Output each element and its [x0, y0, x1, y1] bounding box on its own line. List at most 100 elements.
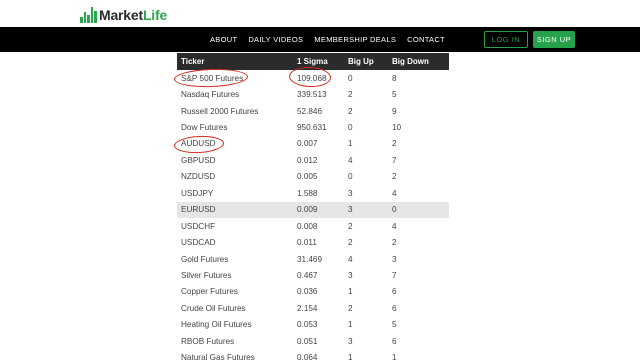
big-up-cell: 3	[348, 336, 353, 346]
ticker-cell: Nasdaq Futures	[181, 90, 240, 100]
header-ticker: Ticker	[181, 57, 205, 66]
big-down-cell: 7	[392, 270, 397, 280]
big-up-cell: 2	[348, 106, 353, 116]
ticker-cell: Copper Futures	[181, 287, 238, 297]
sigma-cell: 52.846	[297, 106, 323, 116]
big-down-cell: 2	[392, 238, 397, 248]
header-1-sigma: 1 Sigma	[297, 57, 328, 66]
big-up-cell: 1	[348, 139, 353, 149]
table-row: NZDUSD 0.005 0 2	[177, 169, 449, 185]
sigma-cell: 0.064	[297, 353, 318, 360]
login-button[interactable]: LOG IN	[484, 31, 528, 48]
sigma-cell: 0.008	[297, 221, 318, 231]
sigma-table: Ticker 1 Sigma Big Up Big Down S&P 500 F…	[177, 53, 449, 360]
table-row: Copper Futures 0.036 1 6	[177, 284, 449, 300]
top-header: MarketLife	[0, 0, 640, 27]
big-up-cell: 2	[348, 303, 353, 313]
big-up-cell: 1	[348, 320, 353, 330]
ticker-cell: Dow Futures	[181, 123, 228, 133]
table-row-highlighted: EURUSD 0.009 3 0	[177, 201, 449, 218]
sigma-cell: 109.068	[297, 73, 327, 83]
big-up-cell: 1	[348, 287, 353, 297]
marketlife-logo[interactable]: MarketLife	[80, 3, 167, 23]
main-navbar: ABOUT DAILY VIDEOS MEMBERSHIP DEALS CONT…	[0, 27, 640, 52]
ticker-cell: USDCAD	[181, 238, 216, 248]
nav-links: ABOUT DAILY VIDEOS MEMBERSHIP DEALS CONT…	[210, 27, 456, 52]
ticker-cell: NZDUSD	[181, 172, 216, 182]
sigma-cell: 31.469	[297, 254, 323, 264]
sigma-cell: 2.154	[297, 303, 318, 313]
bar-chart-icon	[80, 7, 97, 23]
sigma-cell: 339.513	[297, 90, 327, 100]
nav-membership-deals[interactable]: MEMBERSHIP DEALS	[314, 35, 396, 44]
big-down-cell: 7	[392, 155, 397, 165]
big-up-cell: 4	[348, 155, 353, 165]
sigma-cell: 0.005	[297, 172, 318, 182]
big-up-cell: 0	[348, 123, 353, 133]
big-down-cell: 6	[392, 303, 397, 313]
ticker-cell: Natural Gas Futures	[181, 353, 255, 360]
logo-accent: Life	[142, 7, 168, 23]
ticker-cell: AUDUSD	[181, 139, 216, 149]
big-up-cell: 1	[348, 353, 353, 360]
big-down-cell: 1	[392, 353, 397, 360]
big-down-cell: 6	[392, 336, 397, 346]
table-row: Silver Futures 0.467 3 7	[177, 267, 449, 283]
table-row: RBOB Futures 0.051 3 6	[177, 333, 449, 349]
ticker-cell: Silver Futures	[181, 270, 232, 280]
table-row: Dow Futures 950.631 0 10	[177, 119, 449, 135]
sigma-cell: 0.012	[297, 155, 318, 165]
table-header-row: Ticker 1 Sigma Big Up Big Down	[177, 53, 449, 70]
sigma-table-container: Ticker 1 Sigma Big Up Big Down S&P 500 F…	[177, 53, 449, 360]
ticker-cell: EURUSD	[181, 205, 216, 215]
big-down-cell: 5	[392, 90, 397, 100]
table-row: AUDUSD 0.007 1 2	[177, 136, 449, 152]
sigma-cell: 0.467	[297, 270, 318, 280]
ticker-cell: Crude Oil Futures	[181, 303, 246, 313]
table-row: S&P 500 Futures 109.068 0 8	[177, 70, 449, 86]
table-row: Nasdaq Futures 339.513 2 5	[177, 86, 449, 102]
big-down-cell: 9	[392, 106, 397, 116]
signup-button[interactable]: SIGN UP	[533, 31, 575, 48]
nav-contact[interactable]: CONTACT	[407, 35, 445, 44]
table-row: Gold Futures 31.469 4 3	[177, 251, 449, 267]
big-down-cell: 5	[392, 320, 397, 330]
big-up-cell: 0	[348, 172, 353, 182]
nav-about[interactable]: ABOUT	[210, 35, 237, 44]
table-row: USDCAD 0.011 2 2	[177, 234, 449, 250]
sigma-cell: 0.036	[297, 287, 318, 297]
logo-text: MarketLife	[99, 7, 167, 23]
big-up-cell: 3	[348, 270, 353, 280]
ticker-cell: USDCHF	[181, 221, 216, 231]
big-up-cell: 2	[348, 238, 353, 248]
sigma-cell: 0.053	[297, 320, 318, 330]
big-up-cell: 2	[348, 90, 353, 100]
big-down-cell: 2	[392, 139, 397, 149]
header-big-down: Big Down	[392, 57, 429, 66]
sigma-cell: 1.588	[297, 188, 318, 198]
ticker-cell: USDJPY	[181, 188, 214, 198]
sigma-cell: 0.051	[297, 336, 318, 346]
big-down-cell: 4	[392, 221, 397, 231]
sigma-cell: 950.631	[297, 123, 327, 133]
logo-prefix: Market	[99, 7, 143, 23]
big-down-cell: 10	[392, 123, 402, 133]
big-down-cell: 4	[392, 188, 397, 198]
sigma-cell: 0.009	[297, 205, 318, 215]
big-down-cell: 2	[392, 172, 397, 182]
big-down-cell: 8	[392, 73, 397, 83]
ticker-cell: RBOB Futures	[181, 336, 235, 346]
header-big-up: Big Up	[348, 57, 374, 66]
sigma-cell: 0.011	[297, 238, 317, 248]
big-up-cell: 0	[348, 73, 353, 83]
ticker-cell: Russell 2000 Futures	[181, 106, 259, 116]
ticker-cell: Heating Oil Futures	[181, 320, 252, 330]
big-up-cell: 3	[348, 188, 353, 198]
big-up-cell: 4	[348, 254, 353, 264]
big-down-cell: 3	[392, 254, 397, 264]
nav-daily-videos[interactable]: DAILY VIDEOS	[248, 35, 303, 44]
table-row: GBPUSD 0.012 4 7	[177, 152, 449, 168]
ticker-cell: Gold Futures	[181, 254, 229, 264]
sigma-cell: 0.007	[297, 139, 318, 149]
big-down-cell: 0	[392, 205, 397, 215]
